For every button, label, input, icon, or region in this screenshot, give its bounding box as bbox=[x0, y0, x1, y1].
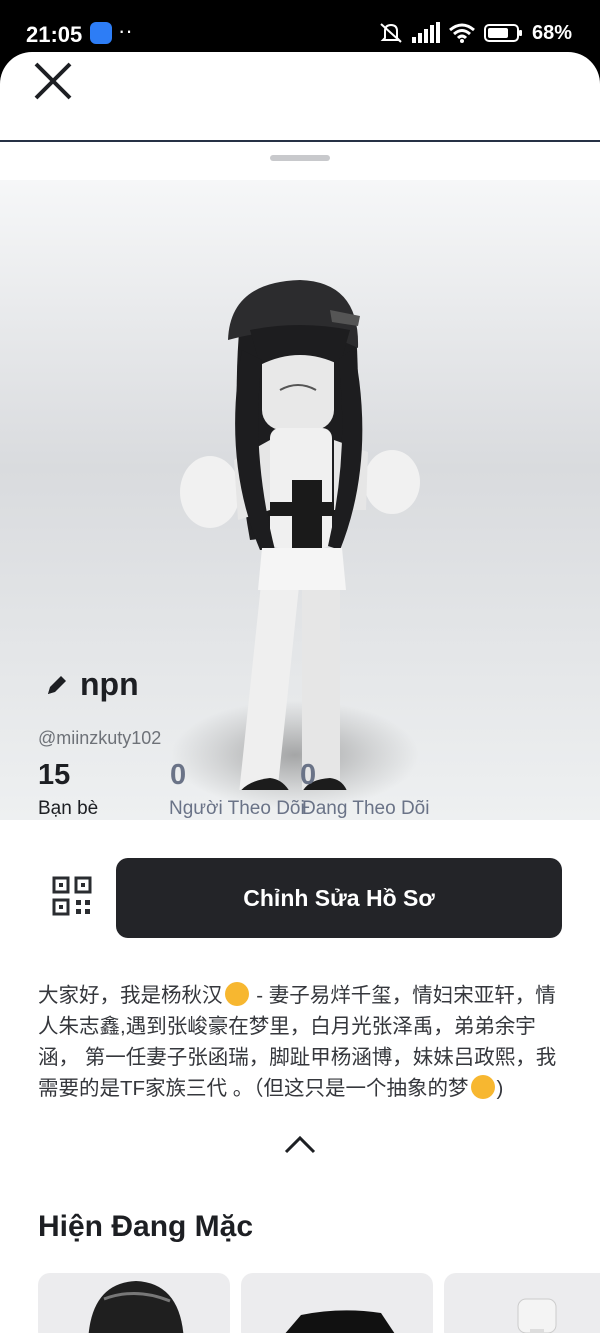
shirt-item-thumbnail bbox=[285, 1310, 395, 1333]
pencil-icon[interactable] bbox=[44, 672, 70, 698]
wifi-icon bbox=[449, 23, 475, 43]
kissing-face-emoji-icon bbox=[224, 982, 249, 1006]
profile-bio: 大家好，我是杨秋汉 - 妻子易烊千玺，情妇宋亚轩，情人朱志鑫,遇到张峻豪在梦里，… bbox=[38, 980, 558, 1104]
status-bar: 21:05 ·· 68% bbox=[0, 0, 600, 58]
accessory-item-thumbnail bbox=[517, 1298, 557, 1333]
friends-count[interactable]: 15 bbox=[38, 759, 70, 792]
profile-sheet: npn @miinzkuty102 15 Bạn bè 0 Người Theo… bbox=[0, 52, 600, 1333]
display-name: npn bbox=[80, 666, 139, 702]
battery-icon bbox=[483, 24, 522, 42]
bio-text-part-1: 大家好，我是杨秋汉 bbox=[38, 984, 223, 1007]
following-count[interactable]: 0 bbox=[300, 759, 316, 792]
close-icon[interactable] bbox=[30, 58, 76, 104]
avatar-showcase[interactable]: npn @miinzkuty102 bbox=[0, 180, 600, 820]
bio-text-part-3: ) bbox=[496, 1077, 504, 1100]
status-indicators: 68% bbox=[378, 20, 572, 46]
header-divider bbox=[0, 140, 600, 142]
followers-count[interactable]: 0 bbox=[170, 759, 186, 792]
display-name-row[interactable]: npn bbox=[44, 666, 139, 703]
wearing-item-card[interactable] bbox=[38, 1273, 230, 1333]
messenger-icon bbox=[90, 22, 112, 44]
battery-percentage: 68% bbox=[531, 21, 572, 44]
wearing-item-card[interactable] bbox=[444, 1273, 600, 1333]
qr-code-icon[interactable] bbox=[52, 876, 92, 916]
nerd-face-emoji-icon bbox=[470, 1075, 495, 1099]
mute-vibrate-icon bbox=[380, 23, 402, 43]
edit-profile-button[interactable]: Chỉnh Sửa Hồ Sơ bbox=[116, 858, 562, 938]
currently-wearing-title: Hiện Đang Mặc bbox=[38, 1210, 254, 1243]
status-time: 21:05 bbox=[26, 22, 83, 47]
wearing-item-card[interactable] bbox=[241, 1273, 433, 1333]
following-label[interactable]: Đang Theo Dõi bbox=[302, 798, 429, 820]
friends-label[interactable]: Bạn bè bbox=[38, 798, 98, 820]
username: @miinzkuty102 bbox=[38, 728, 162, 748]
avatar-3d-image bbox=[180, 280, 420, 790]
drag-handle[interactable] bbox=[270, 155, 330, 161]
chevron-up-icon[interactable] bbox=[282, 1132, 318, 1156]
hair-item-thumbnail bbox=[88, 1281, 184, 1333]
signal-icon bbox=[411, 22, 440, 43]
more-notifications-icon: ·· bbox=[118, 18, 133, 43]
followers-label[interactable]: Người Theo Dõi bbox=[169, 798, 305, 820]
